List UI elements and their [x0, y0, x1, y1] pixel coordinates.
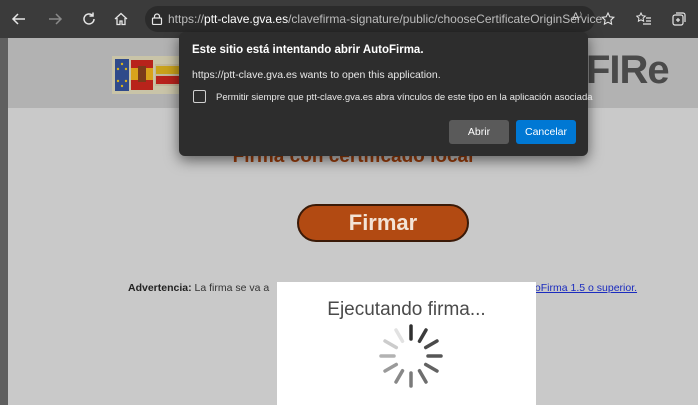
- home-button[interactable]: [110, 8, 132, 30]
- favorites-button[interactable]: [633, 8, 655, 30]
- star-add-icon: [600, 11, 616, 26]
- autofirma-requirement-link[interactable]: toFirma 1.5 o superior.: [532, 282, 637, 294]
- url-prefix: https://: [168, 12, 205, 26]
- forward-button[interactable]: [44, 8, 66, 30]
- open-button[interactable]: Abrir: [449, 120, 509, 144]
- open-app-dialog: Este sitio está intentando abrir AutoFir…: [179, 32, 593, 156]
- address-bar[interactable]: https://ptt-clave.gva.es/clavefirma-sign…: [145, 6, 602, 32]
- refresh-icon: [83, 12, 95, 25]
- always-allow-label[interactable]: Permitir siempre que ptt-clave.gva.es ab…: [216, 92, 593, 103]
- collections-button[interactable]: [668, 8, 690, 30]
- dialog-subtitle: https://ptt-clave.gva.es wants to open t…: [192, 69, 441, 81]
- home-icon: [114, 12, 128, 26]
- favorite-button[interactable]: [597, 8, 619, 30]
- warning-body: La firma se va a: [194, 282, 270, 294]
- sign-button[interactable]: Firmar: [297, 204, 469, 242]
- back-arrow-icon: [11, 13, 25, 25]
- collections-icon: [672, 12, 686, 26]
- warning-text: Advertencia: La firma se va a: [128, 282, 269, 294]
- read-aloud-button[interactable]: A⁾: [572, 10, 582, 23]
- dialog-title: Este sitio está intentando abrir AutoFir…: [192, 44, 424, 56]
- always-allow-checkbox[interactable]: [193, 90, 206, 103]
- signing-progress-panel: Ejecutando firma...: [277, 282, 536, 405]
- site-info-icon[interactable]: [151, 10, 163, 28]
- signing-progress-title: Ejecutando firma...: [327, 299, 486, 320]
- refresh-button[interactable]: [78, 8, 100, 30]
- fire-logo: FIRe: [586, 48, 670, 92]
- favorites-list-icon: [636, 11, 651, 25]
- url-path: /clavefirma-signature/public/chooseCerti…: [288, 12, 603, 26]
- loading-spinner-icon: [379, 324, 443, 388]
- warning-label: Advertencia:: [128, 282, 192, 294]
- forward-arrow-icon: [49, 13, 63, 25]
- back-button[interactable]: [8, 8, 30, 30]
- url-domain: ptt-clave.gva.es: [204, 12, 289, 26]
- cancel-button[interactable]: Cancelar: [516, 120, 576, 144]
- url-text: https://ptt-clave.gva.es/clavefirma-sign…: [168, 12, 602, 26]
